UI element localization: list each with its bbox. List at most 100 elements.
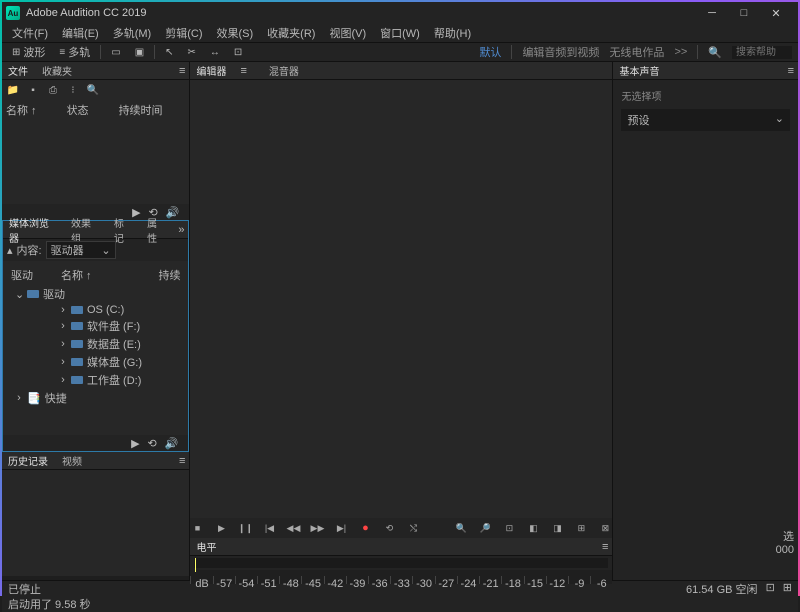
app-icon: Au bbox=[6, 6, 20, 20]
editor-canvas[interactable] bbox=[190, 80, 612, 518]
skip-back-button[interactable]: |◀ bbox=[262, 521, 276, 535]
tab-mixer[interactable]: 混音器 bbox=[267, 63, 301, 78]
separator bbox=[511, 45, 512, 59]
tree-root[interactable]: 驱动 bbox=[43, 286, 65, 302]
skip-selection-button[interactable]: ⤭ bbox=[406, 521, 420, 535]
menu-f[interactable]: 文件(F) bbox=[6, 25, 54, 41]
tool-icon[interactable]: ▭ bbox=[107, 47, 124, 58]
tab-editor[interactable]: 编辑器 bbox=[194, 63, 228, 78]
tree-col-duration[interactable]: 持续 bbox=[158, 267, 180, 283]
zoom-full-button[interactable]: ⊞ bbox=[574, 521, 588, 535]
search-input[interactable] bbox=[732, 46, 792, 59]
razor-tool-icon[interactable]: ✂ bbox=[184, 47, 200, 58]
preset-dropdown[interactable]: 预设⌄ bbox=[621, 109, 790, 131]
content-dropdown[interactable]: 驱动器⌄ bbox=[46, 241, 116, 259]
shortcut-icon[interactable]: ▴ bbox=[7, 244, 13, 257]
ruler-tick: -6 bbox=[590, 576, 612, 584]
search-icon[interactable]: 🔍 bbox=[86, 84, 100, 96]
stop-button[interactable]: ■ bbox=[190, 521, 204, 535]
drive-item[interactable]: ›工作盘 (D:) bbox=[7, 371, 184, 389]
level-meter bbox=[194, 558, 608, 568]
menu-e[interactable]: 编辑(E) bbox=[56, 25, 105, 41]
minimize-button[interactable]: ─ bbox=[702, 3, 722, 23]
skip-forward-button[interactable]: ▶| bbox=[334, 521, 348, 535]
menu-c[interactable]: 剪辑(C) bbox=[159, 25, 208, 41]
forward-button[interactable]: ▶▶ bbox=[310, 521, 324, 535]
tree-col-drive[interactable]: 驱动 bbox=[11, 267, 61, 283]
selection-tool-icon[interactable]: ⊡ bbox=[230, 47, 246, 58]
zoom-in-time-button[interactable]: ◧ bbox=[526, 521, 540, 535]
zoom-out-button[interactable]: 🔎 bbox=[478, 521, 492, 535]
tree-col-name[interactable]: 名称 ↑ bbox=[61, 267, 92, 283]
ruler-tick: -12 bbox=[546, 576, 568, 584]
chevron-right-icon[interactable]: › bbox=[59, 320, 67, 332]
record-button[interactable]: ● bbox=[358, 521, 372, 535]
waveform-mode-button[interactable]: ⊞ 波形 bbox=[8, 44, 49, 60]
panel-menu-icon[interactable]: ≡ bbox=[179, 65, 185, 77]
workspace-edit-audio-video[interactable]: 编辑音频到视频 bbox=[522, 44, 599, 60]
drive-item[interactable]: ›OS (C:) bbox=[7, 303, 184, 317]
panel-menu-icon[interactable]: ≡ bbox=[788, 65, 794, 77]
zoom-out-time-button[interactable]: ◨ bbox=[550, 521, 564, 535]
drive-item[interactable]: ›软件盘 (F:) bbox=[7, 317, 184, 335]
ruler-tick: -33 bbox=[390, 576, 412, 584]
chevron-right-icon[interactable]: › bbox=[59, 356, 67, 368]
list-icon[interactable]: ⁝ bbox=[66, 84, 80, 96]
status-disk: 61.54 GB 空闲 bbox=[686, 581, 758, 597]
tab-essential-sound[interactable]: 基本声音 bbox=[617, 63, 661, 78]
rewind-button[interactable]: ◀◀ bbox=[286, 521, 300, 535]
chevron-right-icon[interactable]: › bbox=[59, 338, 67, 350]
menu-w[interactable]: 窗口(W) bbox=[374, 25, 426, 41]
autoplay-icon[interactable]: 🔊 bbox=[165, 437, 179, 450]
ruler-tick: -9 bbox=[568, 576, 590, 584]
column-duration[interactable]: 持续时间 bbox=[119, 102, 163, 118]
play-button[interactable]: ▶ bbox=[214, 521, 228, 535]
tab-favorites[interactable]: 收藏夹 bbox=[40, 63, 74, 78]
menu-h[interactable]: 帮助(H) bbox=[428, 25, 477, 41]
menu-v[interactable]: 视图(V) bbox=[323, 25, 372, 41]
loop-button[interactable]: ⟲ bbox=[382, 521, 396, 535]
menu-s[interactable]: 效果(S) bbox=[211, 25, 260, 41]
separator bbox=[697, 45, 698, 59]
tab-levels[interactable]: 电平 bbox=[194, 539, 218, 554]
panel-menu-icon[interactable]: ≡ bbox=[602, 541, 608, 553]
menu-m[interactable]: 多轨(M) bbox=[107, 25, 158, 41]
workspace-radio[interactable]: 无线电作品 bbox=[609, 44, 664, 60]
chevron-down-icon[interactable]: ⌄ bbox=[15, 288, 23, 301]
tab-history[interactable]: 历史记录 bbox=[6, 453, 50, 468]
slip-tool-icon[interactable]: ↔ bbox=[206, 47, 224, 58]
panel-menu-icon[interactable]: ≡ bbox=[179, 455, 185, 467]
column-name[interactable]: 名称 ↑ bbox=[6, 102, 37, 118]
workspace-default[interactable]: 默认 bbox=[479, 44, 501, 60]
drive-item[interactable]: ›数据盘 (E:) bbox=[7, 335, 184, 353]
menu-r[interactable]: 收藏夹(R) bbox=[261, 25, 321, 41]
chevron-right-icon[interactable]: › bbox=[59, 304, 67, 316]
pause-button[interactable]: ❙❙ bbox=[238, 521, 252, 535]
loop-icon[interactable]: ⟲ bbox=[148, 437, 157, 450]
record-icon[interactable]: ⎙ bbox=[46, 84, 60, 96]
panel-overflow-icon[interactable]: » bbox=[178, 224, 184, 236]
maximize-button[interactable]: □ bbox=[734, 3, 754, 23]
chevron-right-icon[interactable]: › bbox=[15, 392, 23, 404]
play-icon[interactable]: ▶ bbox=[131, 437, 139, 450]
column-status[interactable]: 状态 bbox=[67, 102, 89, 118]
open-file-icon[interactable]: 📁 bbox=[6, 84, 20, 96]
drive-item[interactable]: ›媒体盘 (G:) bbox=[7, 353, 184, 371]
status-icon: ⊡ bbox=[766, 581, 775, 597]
no-selection-text: 无选择项 bbox=[621, 88, 790, 103]
tree-shortcuts[interactable]: 快捷 bbox=[45, 390, 67, 406]
workspace-more[interactable]: >> bbox=[674, 46, 687, 58]
new-file-icon[interactable]: ▪ bbox=[26, 84, 40, 96]
multitrack-mode-button[interactable]: ≡ 多轨 bbox=[55, 44, 94, 60]
close-button[interactable]: ✕ bbox=[766, 3, 786, 23]
tool-icon[interactable]: ▣ bbox=[131, 47, 148, 58]
editor-menu-icon[interactable]: ≡ bbox=[240, 65, 246, 77]
tab-video[interactable]: 视频 bbox=[60, 453, 84, 468]
move-tool-icon[interactable]: ↖ bbox=[161, 47, 177, 58]
zoom-reset-button[interactable]: ⊠ bbox=[598, 521, 612, 535]
chevron-right-icon[interactable]: › bbox=[59, 374, 67, 386]
zoom-selection-button[interactable]: ⊡ bbox=[502, 521, 516, 535]
tab-files[interactable]: 文件 bbox=[6, 63, 30, 78]
zoom-in-button[interactable]: 🔍 bbox=[454, 521, 468, 535]
ruler-tick: -36 bbox=[368, 576, 390, 584]
